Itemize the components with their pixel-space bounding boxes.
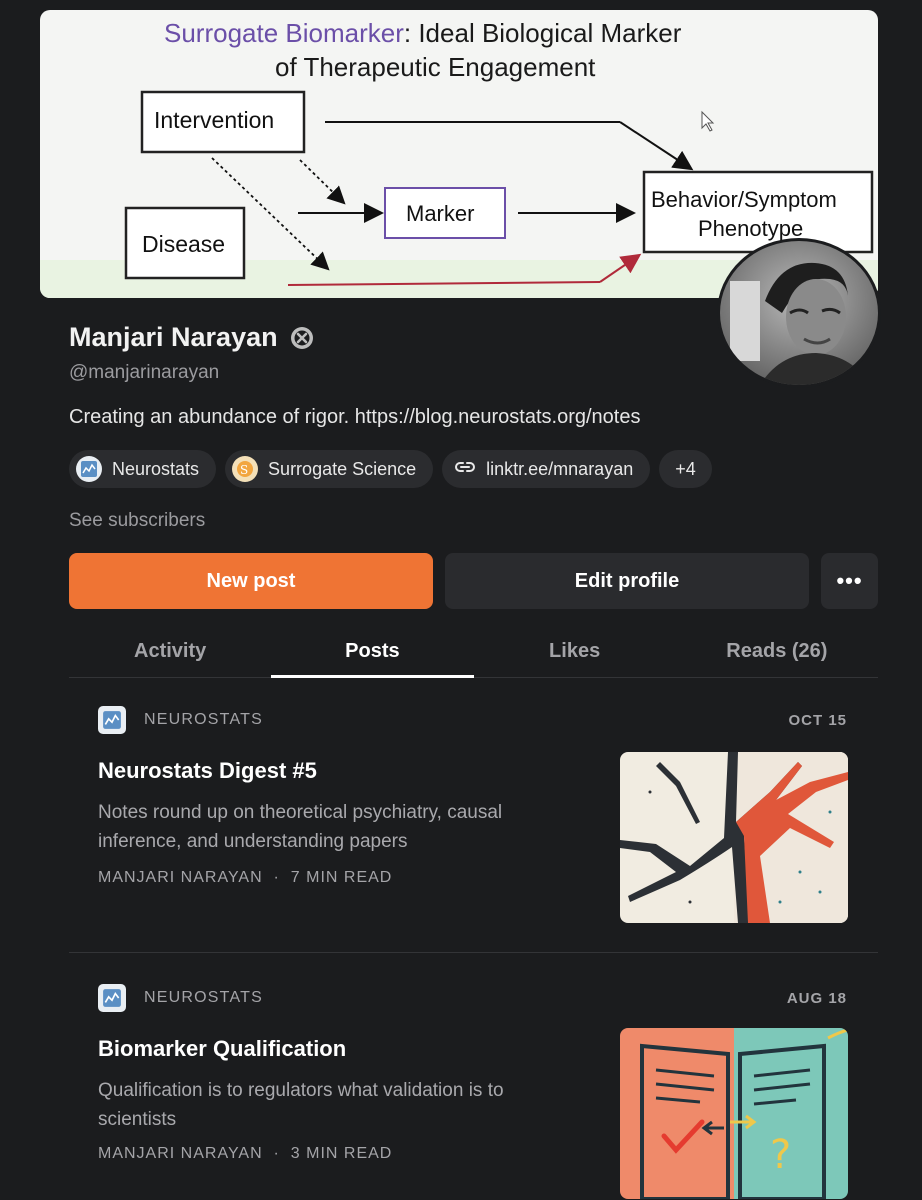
meta-separator: · (268, 869, 291, 886)
post-date: OCT 15 (788, 712, 847, 729)
chip-linktree[interactable]: linktr.ee/mnarayan (442, 450, 651, 488)
post-publication-name: NEUROSTATS (144, 711, 263, 728)
banner-title-rest: : Ideal Biological Marker (404, 18, 682, 48)
post-thumbnail-image[interactable]: ? (620, 1028, 848, 1199)
post-title[interactable]: Biomarker Qualification (98, 1036, 346, 1062)
post-item[interactable]: NEUROSTATS OCT 15 Neurostats Digest #5 N… (69, 690, 878, 953)
post-subtitle: Notes round up on theoretical psychiatry… (98, 802, 503, 852)
post-publication[interactable]: NEUROSTATS (98, 706, 263, 734)
profile-handle: @manjarinarayan (69, 362, 220, 383)
meta-separator: · (268, 1145, 291, 1162)
post-read-time: 7 MIN READ (290, 869, 393, 886)
banner-box-behavior-line2: Phenotype (698, 216, 803, 241)
post-author[interactable]: MANJARI NARAYAN (98, 1145, 263, 1162)
svg-text:S: S (240, 463, 248, 477)
neurostats-logo-icon (76, 456, 102, 482)
post-publication[interactable]: NEUROSTATS (98, 984, 263, 1012)
tab-reads[interactable]: Reads (26) (676, 628, 878, 677)
profile-name: Manjari Narayan (69, 322, 314, 353)
banner-title-highlight: Surrogate Biomarker (164, 18, 404, 48)
svg-text:?: ? (770, 1132, 791, 1178)
chip-neurostats[interactable]: Neurostats (69, 450, 217, 488)
post-meta: MANJARI NARAYAN · 7 MIN READ (98, 869, 392, 887)
neurostats-logo-icon (98, 984, 126, 1012)
chip-linktree-label: linktr.ee/mnarayan (486, 458, 634, 479)
avatar[interactable] (717, 238, 881, 388)
chip-surrogate-science-label: Surrogate Science (268, 458, 417, 479)
svg-text:Surrogate Biomarker: Ideal Bio: Surrogate Biomarker: Ideal Biological Ma… (164, 18, 682, 48)
verified-badge-icon (290, 326, 314, 350)
edit-profile-button[interactable]: Edit profile (445, 553, 809, 609)
post-author[interactable]: MANJARI NARAYAN (98, 869, 263, 886)
banner-box-disease: Disease (142, 231, 225, 257)
banner-title-line2: of Therapeutic Engagement (275, 52, 596, 82)
post-read-time: 3 MIN READ (290, 1145, 393, 1162)
new-post-button[interactable]: New post (69, 553, 433, 609)
profile-tabs: Activity Posts Likes Reads (26) (69, 628, 878, 678)
tab-posts[interactable]: Posts (271, 628, 474, 678)
post-subtitle: Qualification is to regulators what vali… (98, 1080, 504, 1130)
tab-activity[interactable]: Activity (69, 628, 271, 677)
banner-box-behavior-line1: Behavior/Symptom (651, 187, 837, 212)
publication-chips: Neurostats S Surrogate Science linktr.ee… (69, 450, 712, 488)
post-meta: MANJARI NARAYAN · 3 MIN READ (98, 1145, 392, 1163)
chip-neurostats-label: Neurostats (112, 458, 200, 479)
profile-name-text: Manjari Narayan (69, 322, 278, 352)
banner-box-marker: Marker (406, 201, 474, 226)
see-subscribers-link[interactable]: See subscribers (69, 510, 205, 532)
link-icon (454, 456, 476, 483)
post-title[interactable]: Neurostats Digest #5 (98, 758, 317, 784)
post-date: AUG 18 (786, 990, 847, 1007)
banner-box-intervention: Intervention (154, 107, 274, 133)
post-publication-name: NEUROSTATS (144, 989, 263, 1006)
tab-likes[interactable]: Likes (474, 628, 676, 677)
more-options-button[interactable]: ••• (821, 553, 878, 609)
neurostats-logo-icon (98, 706, 126, 734)
surrogate-science-logo-icon: S (232, 456, 259, 482)
post-item[interactable]: NEUROSTATS AUG 18 Biomarker Qualificatio… (69, 968, 878, 1200)
chip-more-links[interactable]: +4 (659, 450, 712, 488)
chip-surrogate-science[interactable]: S Surrogate Science (225, 450, 434, 488)
post-thumbnail-image[interactable] (620, 752, 848, 923)
profile-bio: Creating an abundance of rigor. https://… (69, 406, 641, 428)
